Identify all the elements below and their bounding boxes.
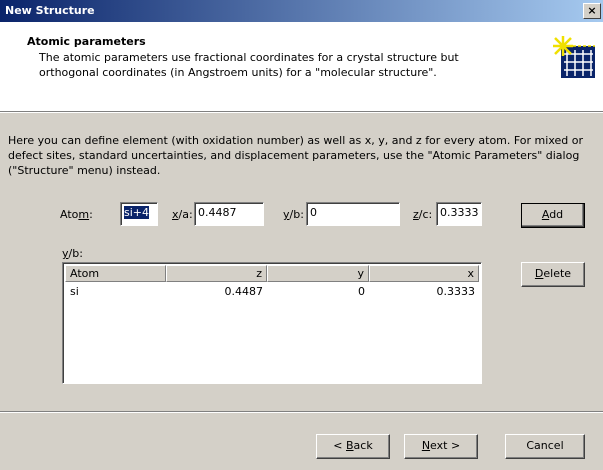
column-header-atom[interactable]: Atom xyxy=(65,265,166,282)
title-bar: New Structure × xyxy=(0,0,603,22)
y-input[interactable]: 0 xyxy=(306,202,400,226)
window-title: New Structure xyxy=(5,4,95,17)
column-header-x[interactable]: x xyxy=(369,265,479,282)
header-separator xyxy=(0,112,603,113)
row-atom: si xyxy=(70,285,79,298)
cancel-button[interactable]: Cancel xyxy=(505,434,585,459)
intro-text: Here you can define element (with oxidat… xyxy=(8,134,584,177)
row-x: 0.3333 xyxy=(436,285,476,298)
x-input[interactable]: 0.4487 xyxy=(194,202,264,226)
add-button[interactable]: Add xyxy=(521,203,585,228)
back-button[interactable]: < Back xyxy=(316,434,390,459)
column-header-z[interactable]: z xyxy=(166,265,267,282)
delete-button[interactable]: Delete xyxy=(521,262,585,287)
list-caption: y/b: xyxy=(62,247,83,260)
y-label: y/b: xyxy=(283,208,304,221)
z-input-value: 0.3333 xyxy=(440,206,479,219)
page-title: Atomic parameters xyxy=(27,35,146,48)
close-button[interactable]: × xyxy=(583,3,601,19)
crystal-grid-icon xyxy=(553,36,595,78)
wizard-header: Atomic parameters The atomic parameters … xyxy=(0,22,603,112)
close-icon: × xyxy=(587,4,597,17)
row-z: 0.4487 xyxy=(224,285,264,298)
z-input[interactable]: 0.3333 xyxy=(436,202,482,226)
atom-label: Atom: xyxy=(60,208,93,221)
y-input-value: 0 xyxy=(310,206,317,219)
atom-list[interactable]: Atom z y x si 0.4487 0 0.3333 xyxy=(62,262,482,384)
next-button[interactable]: Next > xyxy=(404,434,478,459)
row-y: 0 xyxy=(358,285,365,298)
page-description: The atomic parameters use fractional coo… xyxy=(39,51,459,79)
atom-input[interactable]: si+4 xyxy=(120,202,158,226)
x-label: x/a: xyxy=(172,208,193,221)
atom-input-value: si+4 xyxy=(124,206,150,219)
x-input-value: 0.4487 xyxy=(198,206,237,219)
z-label: z/c: xyxy=(413,208,433,221)
column-header-y[interactable]: y xyxy=(267,265,369,282)
